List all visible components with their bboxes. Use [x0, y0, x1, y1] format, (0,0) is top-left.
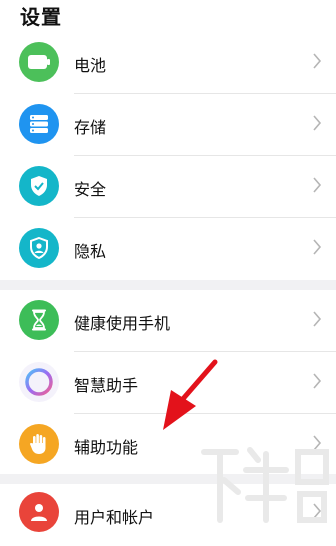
- chevron-right-icon: [313, 373, 322, 389]
- settings-item-smart-assistant[interactable]: 智慧助手: [0, 352, 336, 414]
- settings-item-label: 健康使用手机: [74, 314, 171, 333]
- chevron-right-icon: [313, 53, 322, 69]
- settings-item-label: 电池: [74, 56, 107, 75]
- privacy-icon: [19, 228, 59, 268]
- hourglass-icon: [19, 300, 59, 340]
- storage-icon: [19, 104, 59, 144]
- chevron-right-icon: [313, 239, 322, 255]
- chevron-right-icon: [313, 311, 322, 327]
- settings-item-label: 安全: [74, 180, 107, 199]
- settings-item-security[interactable]: 安全: [0, 156, 336, 218]
- settings-header: 设置: [0, 0, 336, 32]
- settings-group-device: 电池 存储 安全 隐私: [0, 32, 336, 280]
- settings-item-label: 辅助功能: [74, 438, 139, 457]
- settings-item-storage[interactable]: 存储: [0, 94, 336, 156]
- assistant-ring-icon: [19, 362, 59, 402]
- settings-item-label: 用户和帐户: [74, 508, 155, 527]
- group-separator: [0, 280, 336, 290]
- settings-item-privacy[interactable]: 隐私: [0, 218, 336, 280]
- page-title: 设置: [20, 5, 62, 29]
- settings-item-label: 隐私: [74, 242, 107, 261]
- settings-item-battery[interactable]: 电池: [0, 32, 336, 94]
- settings-item-digital-balance[interactable]: 健康使用手机: [0, 290, 336, 352]
- settings-item-label: 存储: [74, 118, 107, 137]
- user-icon: [19, 492, 59, 532]
- battery-icon: [19, 42, 59, 82]
- shield-icon: [19, 166, 59, 206]
- chevron-right-icon: [313, 115, 322, 131]
- hand-icon: [19, 424, 59, 464]
- settings-item-label: 智慧助手: [74, 376, 139, 395]
- chevron-right-icon: [313, 177, 322, 193]
- watermark-logo: [198, 440, 332, 530]
